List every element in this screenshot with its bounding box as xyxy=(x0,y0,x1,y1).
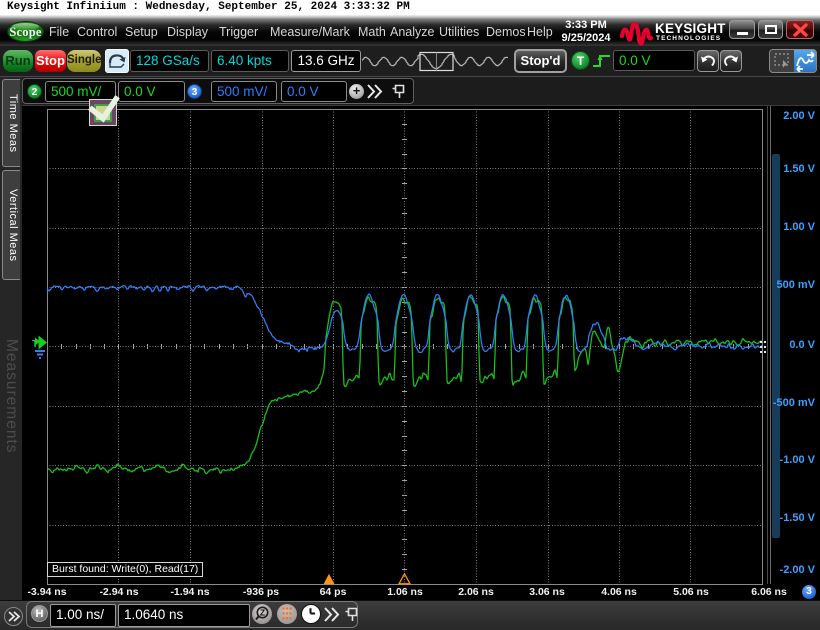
svg-text:Z: Z xyxy=(260,608,265,618)
